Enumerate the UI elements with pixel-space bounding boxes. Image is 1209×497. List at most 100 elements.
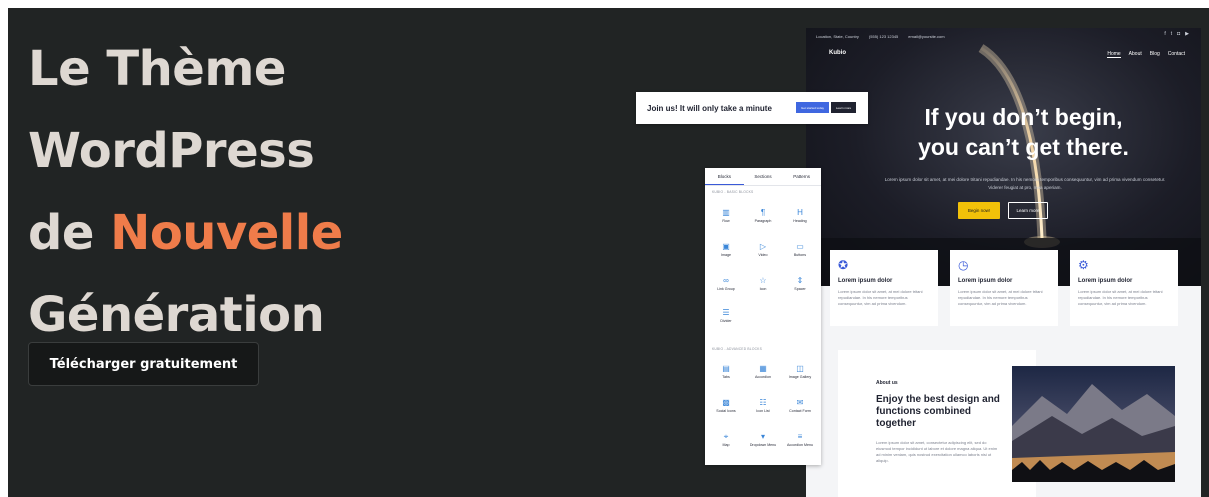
block-label: Video <box>758 253 768 257</box>
join-popup: Join us! It will only take a minute Get … <box>636 92 868 124</box>
title-line-1: Le Thème <box>28 41 286 97</box>
about-label: About us <box>876 380 898 386</box>
link-icon: ∞ <box>723 276 729 285</box>
dropdown-menu-icon: ▾ <box>760 432 765 441</box>
block-label: Accordion <box>755 375 771 379</box>
popup-learn-more-button[interactable]: Learn more <box>831 102 856 113</box>
block-label: Social Icons <box>716 409 736 413</box>
paragraph-icon: ¶ <box>760 208 766 217</box>
feature-title: Lorem ipsum dolor <box>1078 278 1133 284</box>
block-label: Dropdown Menu <box>749 443 777 447</box>
clock-icon: ◷ <box>958 258 969 272</box>
block-image-gallery[interactable]: ◫ Image Gallery <box>783 364 817 380</box>
block-image[interactable]: ▣ Image <box>709 242 743 258</box>
site-hero-title-line-1: If you don’t begin, <box>924 104 1123 130</box>
site-hero: Location, State, Country (555) 123 12345… <box>806 28 1201 286</box>
feature-card: ✪ Lorem ipsum dolor Lorem ipsum dolor si… <box>830 250 938 326</box>
block-spacer[interactable]: ⇕ Spacer <box>783 276 817 292</box>
tab-sections[interactable]: Sections <box>744 168 783 185</box>
block-map[interactable]: ⌖ Map <box>709 432 743 448</box>
block-paragraph[interactable]: ¶ Paragraph <box>746 208 780 224</box>
image-icon: ▣ <box>722 242 730 251</box>
feature-text: Lorem ipsum dolor sit amet, at mei dolor… <box>958 289 1043 306</box>
social-links: f t ◘ ▶ <box>1164 31 1189 37</box>
feature-text: Lorem ipsum dolor sit amet, at mei dolor… <box>838 289 923 306</box>
blocks-panel: Blocks Sections Patterns KUBIO - BASIC B… <box>705 168 821 465</box>
tab-patterns[interactable]: Patterns <box>782 168 821 185</box>
about-text: Lorem ipsum dolor sit amet, consectetur … <box>876 440 998 463</box>
nav-contact[interactable]: Contact <box>1168 51 1185 58</box>
panel-tabs: Blocks Sections Patterns <box>705 168 821 186</box>
block-dropdown-menu[interactable]: ▾ Dropdown Menu <box>746 432 780 448</box>
title-line-2: WordPress <box>28 123 315 179</box>
block-label: Accordion Menu <box>787 443 813 447</box>
block-label: Map <box>722 443 730 447</box>
youtube-icon[interactable]: ▶ <box>1185 31 1189 37</box>
nav-home[interactable]: Home <box>1107 51 1121 58</box>
feature-card: ◷ Lorem ipsum dolor Lorem ipsum dolor si… <box>950 250 1058 326</box>
feature-card: ⚙ Lorem ipsum dolor Lorem ipsum dolor si… <box>1070 250 1178 326</box>
block-tabs[interactable]: ▤ Tabs <box>709 364 743 380</box>
facebook-icon[interactable]: f <box>1164 31 1165 37</box>
accordion-icon: ▦ <box>759 364 767 373</box>
twitter-icon[interactable]: t <box>1171 31 1172 37</box>
block-video[interactable]: ▷ Video <box>746 242 780 258</box>
block-divider[interactable]: ☰ Divider <box>709 308 743 324</box>
block-label: Spacer <box>794 287 806 291</box>
site-hero-title-line-2: you can’t get there. <box>918 134 1129 160</box>
block-label: Contact Form <box>789 409 811 413</box>
block-label: Icon <box>759 287 767 291</box>
site-hero-text: Lorem ipsum dolor sit amet, at mei dolor… <box>884 177 1166 190</box>
tab-blocks[interactable]: Blocks <box>705 168 744 185</box>
star-icon: ☆ <box>759 276 767 285</box>
block-buttons[interactable]: ▭ Buttons <box>783 242 817 258</box>
block-contact-form[interactable]: ✉ Contact Form <box>783 398 817 414</box>
block-label: Paragraph <box>754 219 772 223</box>
site-logo[interactable]: Kubio <box>829 50 846 56</box>
popup-text: Join us! It will only take a minute <box>647 103 772 113</box>
spacer-icon: ⇕ <box>796 276 804 285</box>
block-icon-list[interactable]: ☷ Icon List <box>746 398 780 414</box>
learn-more-button[interactable]: Learn more <box>1008 202 1048 219</box>
advanced-blocks-label: KUBIO - ADVANCED BLOCKS <box>712 347 762 351</box>
block-label: Image <box>721 253 731 257</box>
mountain-image <box>1012 366 1175 482</box>
map-pin-icon: ⌖ <box>723 432 729 441</box>
site-nav: Home About Blog Contact <box>1107 51 1185 58</box>
get-started-button[interactable]: Get started today <box>796 102 829 113</box>
basic-blocks-label: KUBIO - BASIC BLOCKS <box>712 190 754 194</box>
hero-title: Le Thème WordPress de Nouvelle Génératio… <box>28 28 343 356</box>
heading-icon: H <box>797 208 803 217</box>
tabs-icon: ▤ <box>722 364 730 373</box>
instagram-icon[interactable]: ◘ <box>1177 31 1180 37</box>
block-label: Divider <box>720 319 732 323</box>
nav-blog[interactable]: Blog <box>1150 51 1160 58</box>
phone-text: (555) 123 12345 <box>868 33 899 39</box>
site-hero-title: If you don’t begin, you can’t get there. <box>876 102 1171 162</box>
block-label: Row <box>722 219 730 223</box>
begin-now-button[interactable]: Begin now! <box>958 202 1000 219</box>
download-free-button[interactable]: Télécharger gratuitement <box>28 342 259 386</box>
award-icon: ✪ <box>838 258 849 272</box>
block-label: Image Gallery <box>788 375 812 379</box>
block-link-group[interactable]: ∞ Link Group <box>709 276 743 292</box>
feature-text: Lorem ipsum dolor sit amet, at mei dolor… <box>1078 289 1163 306</box>
nav-about[interactable]: About <box>1129 51 1142 58</box>
block-label: Link Group <box>717 287 735 291</box>
accordion-menu-icon: ≡ <box>797 432 803 441</box>
block-label: Heading <box>793 219 807 223</box>
block-accordion-menu[interactable]: ≡ Accordion Menu <box>783 432 817 448</box>
email-text: email@yoursite.com <box>908 33 945 39</box>
title-line-3-prefix: de <box>28 205 94 261</box>
contact-form-icon: ✉ <box>796 398 804 407</box>
block-accordion[interactable]: ▦ Accordion <box>746 364 780 380</box>
feature-title: Lorem ipsum dolor <box>958 278 1013 284</box>
site-topbar: Location, State, Country (555) 123 12345… <box>816 31 1191 41</box>
block-social-icons[interactable]: ▩ Social Icons <box>709 398 743 414</box>
block-label: Icon List <box>756 409 770 413</box>
block-icon[interactable]: ☆ Icon <box>746 276 780 292</box>
gear-icon: ⚙ <box>1078 258 1089 272</box>
block-heading[interactable]: H Heading <box>783 208 817 224</box>
video-icon: ▷ <box>759 242 767 251</box>
block-row[interactable]: ▥ Row <box>709 208 743 224</box>
